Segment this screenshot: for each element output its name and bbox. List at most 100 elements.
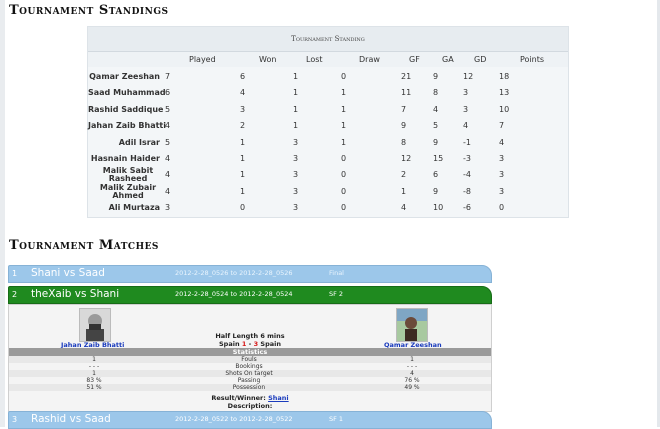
score-left-team: Spain <box>219 340 240 348</box>
cell-gd: -3 <box>463 154 471 163</box>
col-points: Points <box>520 55 545 64</box>
cell-played: 4 <box>165 121 171 131</box>
cell-played: 4 <box>165 186 171 196</box>
standings-row: Rashid Saddique 5 3 1 1 7 4 3 10 <box>88 102 568 118</box>
cell-played: 3 <box>165 203 171 213</box>
col-draw: Draw <box>359 55 380 64</box>
cell-ga: 8 <box>433 88 439 98</box>
cell-points: 13 <box>499 88 510 98</box>
standings-row: Jahan Zaib Bhatti 4 2 1 1 9 5 4 7 <box>88 118 568 134</box>
stat-label: Passing <box>237 377 261 384</box>
match-stage: Final <box>329 269 344 277</box>
standings-row: Qamar Zeeshan 7 6 1 0 21 9 12 18 <box>88 69 568 85</box>
stat-right: 49 % <box>404 384 420 391</box>
cell-won: 1 <box>240 137 246 147</box>
team-name: Adil Israr <box>118 137 160 147</box>
col-ga: GA <box>442 55 454 64</box>
cell-ga: 9 <box>433 137 439 147</box>
stat-label: Shots On target <box>225 370 273 377</box>
cell-gf: 1 <box>401 186 407 196</box>
col-gd: GD <box>474 55 487 64</box>
cell-played: 6 <box>165 88 171 98</box>
match-bar-1[interactable]: 1 Shani vs Saad 2012-2-28_0526 to 2012-2… <box>8 265 492 283</box>
cell-lost: 1 <box>293 72 299 81</box>
cell-played: 4 <box>165 170 171 180</box>
cell-won: 3 <box>240 104 246 114</box>
match-bar-2[interactable]: 2 theXaib vs Shani 2012-2-28_0524 to 201… <box>8 286 492 304</box>
cell-lost: 1 <box>293 121 299 131</box>
cell-played: 7 <box>165 72 171 81</box>
team-name: Malik Zubair Ahmed <box>99 182 157 200</box>
match-time: 2012-2-28_0524 to 2012-2-28_0524 <box>175 290 293 298</box>
cell-draw: 1 <box>341 137 347 147</box>
team-name: Ali Murtaza <box>108 203 160 213</box>
standings-row: Hasnain Haider 4 1 3 0 12 15 -3 3 <box>88 151 568 167</box>
cell-lost: 3 <box>293 186 299 196</box>
standings-caption: Tournament Standing <box>88 27 568 52</box>
cell-gf: 21 <box>401 72 412 81</box>
stat-right: 4 <box>410 370 414 377</box>
cell-draw: 0 <box>341 170 347 180</box>
standings-row: Malik Zubair Ahmed 4 1 3 0 1 9 -8 3 <box>88 182 568 200</box>
stat-row: - - - Bookings - - - <box>9 363 491 370</box>
cell-won: 6 <box>240 72 246 81</box>
cell-points: 10 <box>499 104 510 114</box>
team-name: Hasnain Haider <box>90 154 160 163</box>
stat-label: Possession <box>232 384 266 391</box>
cell-won: 2 <box>240 121 246 131</box>
team-name: Malik Sabit Rasheed <box>102 166 154 184</box>
col-played: Played <box>189 55 216 64</box>
cell-ga: 9 <box>433 72 439 81</box>
col-gf: GF <box>409 55 420 64</box>
match-number: 3 <box>12 415 18 424</box>
cell-ga: 4 <box>433 104 439 114</box>
match-number: 1 <box>12 269 18 278</box>
cell-gd: -8 <box>463 186 471 196</box>
stat-right: 1 <box>410 356 414 363</box>
stat-right: - - - <box>406 363 418 370</box>
cell-gf: 2 <box>401 170 407 180</box>
cell-played: 5 <box>165 104 171 114</box>
team-name: Jahan Zaib Bhatti <box>88 121 166 131</box>
standings-heading: Tournament Standings <box>9 3 169 18</box>
cell-points: 3 <box>499 170 505 180</box>
result-line: Result/Winner: Shani <box>9 394 491 402</box>
cell-lost: 3 <box>293 170 299 180</box>
cell-gd: -4 <box>463 170 471 180</box>
score-right: 3 <box>253 340 259 348</box>
cell-lost: 1 <box>293 88 299 98</box>
result-winner-link[interactable]: Shani <box>268 394 289 402</box>
cell-points: 0 <box>499 203 505 213</box>
match-title: Rashid vs Saad <box>31 413 111 425</box>
cell-draw: 0 <box>341 154 347 163</box>
cell-draw: 1 <box>341 88 347 98</box>
stat-row: 1 Shots On target 4 <box>9 370 491 377</box>
cell-draw: 0 <box>341 186 347 196</box>
description-label: Description: <box>227 402 273 410</box>
match-stage: SF 2 <box>329 290 344 298</box>
cell-gf: 8 <box>401 137 407 147</box>
cell-lost: 3 <box>293 203 299 213</box>
score-right-team: Spain <box>260 340 281 348</box>
standings-row: Ali Murtaza 3 0 3 0 4 10 -6 0 <box>88 200 568 216</box>
cell-won: 0 <box>240 203 246 213</box>
cell-ga: 10 <box>433 203 444 213</box>
match-time: 2012-2-28_0526 to 2012-2-28_0526 <box>175 269 293 277</box>
stat-row: 1 Fouls 1 <box>9 356 491 363</box>
cell-gf: 12 <box>401 154 412 163</box>
match-bar-3[interactable]: 3 Rashid vs Saad 2012-2-28_0522 to 2012-… <box>8 411 492 429</box>
score-separator: - <box>248 340 252 348</box>
cell-won: 4 <box>240 88 246 98</box>
match-detail-panel: Jahan Zaib Bhatti Qamar Zeeshan Half Len… <box>8 304 492 412</box>
match-title: theXaib vs Shani <box>31 288 120 300</box>
cell-won: 1 <box>240 170 246 180</box>
cell-points: 3 <box>499 186 505 196</box>
standings-row: Adil Israr 5 1 3 1 8 9 -1 4 <box>88 135 568 151</box>
stat-label: Fouls <box>241 356 257 363</box>
cell-ga: 9 <box>433 186 439 196</box>
cell-gd: -6 <box>463 203 471 213</box>
cell-gd: 3 <box>463 104 469 114</box>
match-title: Shani vs Saad <box>31 267 105 279</box>
cell-played: 5 <box>165 137 171 147</box>
statistics-header: Statistics <box>9 348 491 356</box>
